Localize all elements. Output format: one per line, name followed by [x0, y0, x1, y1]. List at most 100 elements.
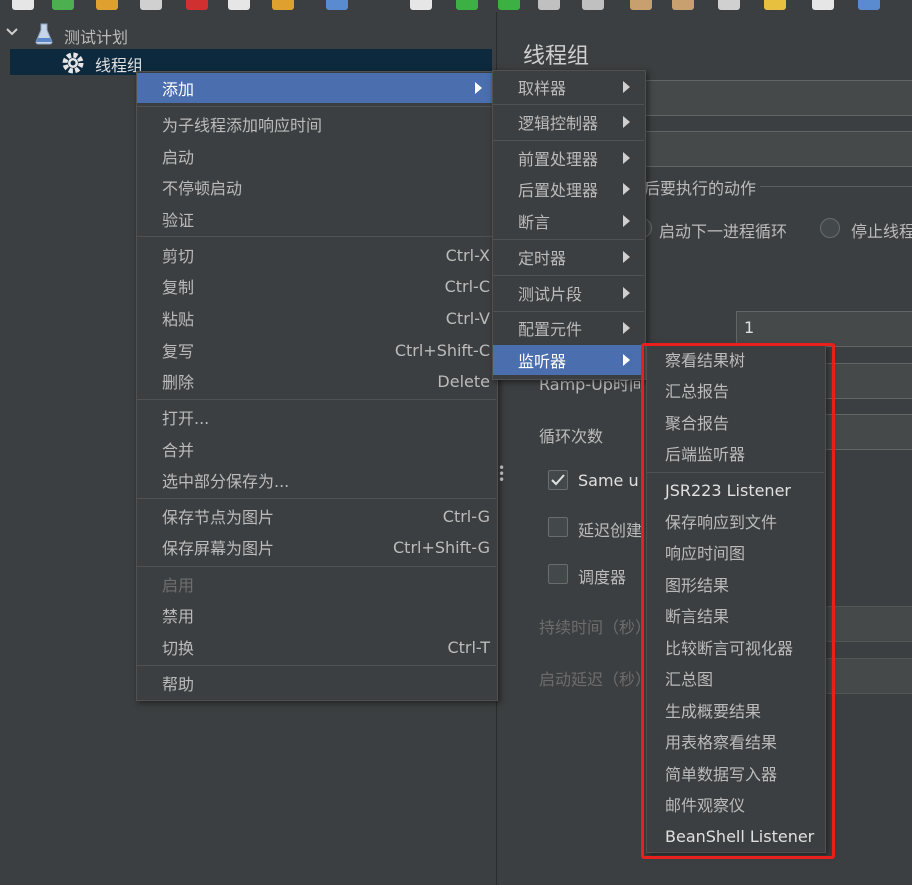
paste-icon[interactable]: [272, 0, 294, 10]
menu-item-label: 不停顿启动: [162, 179, 243, 198]
menu-item-label: 复写: [162, 342, 195, 361]
delay-create-label: 延迟创建: [578, 521, 643, 540]
menu-item-label: 粘贴: [162, 310, 195, 329]
menu-item-save-screen-image[interactable]: 保存屏幕为图片 Ctrl+Shift-G: [137, 532, 496, 562]
templates-icon[interactable]: [52, 0, 74, 10]
menu-separator: [493, 311, 644, 312]
threads-field[interactable]: [736, 311, 912, 347]
cut-icon[interactable]: [186, 0, 208, 10]
menu-separator: [137, 399, 496, 400]
reset-search-icon[interactable]: [764, 0, 786, 10]
same-user-checkbox[interactable]: [548, 470, 568, 490]
help-icon[interactable]: [858, 0, 880, 10]
scheduler-checkbox[interactable]: [548, 564, 568, 584]
menu-item-enable: 启用: [137, 569, 496, 599]
duration-label: 持续时间（秒）: [539, 618, 652, 637]
toolbar: [0, 0, 912, 12]
menu-item-add[interactable]: 添加: [137, 73, 496, 103]
submenu-arrow-icon: [623, 287, 630, 299]
save-icon[interactable]: [140, 0, 162, 10]
submenu-arrow-icon: [623, 322, 630, 334]
menu-item-label: 保存屏幕为图片: [162, 539, 275, 558]
menu-item-shortcut: Ctrl+Shift-G: [393, 537, 490, 557]
menu-separator: [493, 239, 644, 240]
menu-item-validate[interactable]: 验证: [137, 204, 496, 234]
menu-item-label: 逻辑控制器: [518, 114, 599, 133]
menu-item-save-selection-as[interactable]: 选中部分保存为...: [137, 465, 496, 495]
start-icon[interactable]: [456, 0, 478, 10]
menu-item-merge[interactable]: 合并: [137, 434, 496, 464]
menu-item-label: 帮助: [162, 675, 195, 694]
menu-item-label: 为子线程添加响应时间: [162, 116, 323, 135]
menu-separator: [137, 106, 496, 107]
new-icon[interactable]: [12, 0, 34, 10]
toggle-icon[interactable]: [410, 0, 432, 10]
menu-item-shortcut: Delete: [437, 371, 490, 391]
submenu-item-test-fragment[interactable]: 测试片段: [493, 278, 644, 308]
menu-item-start[interactable]: 启动: [137, 141, 496, 171]
delay-create-checkbox[interactable]: [548, 517, 568, 537]
copy-icon[interactable]: [228, 0, 250, 10]
threads-value: 1: [744, 318, 755, 337]
submenu-item-sampler[interactable]: 取样器: [493, 72, 644, 102]
function-helper-icon[interactable]: [812, 0, 834, 10]
menu-item-paste[interactable]: 粘贴 Ctrl-V: [137, 303, 496, 333]
menu-item-label: 取样器: [518, 79, 567, 98]
submenu-item-config-element[interactable]: 配置元件: [493, 313, 644, 343]
menu-separator: [137, 566, 496, 567]
clear-icon[interactable]: [630, 0, 652, 10]
menu-item-label: 复制: [162, 278, 195, 297]
stop-icon[interactable]: [538, 0, 560, 10]
shutdown-icon[interactable]: [582, 0, 604, 10]
menu-item-disable[interactable]: 禁用: [137, 600, 496, 630]
menu-item-copy[interactable]: 复制 Ctrl-C: [137, 271, 496, 301]
scheduler-label: 调度器: [578, 568, 627, 587]
menu-item-label: 打开...: [162, 409, 210, 428]
loop-count-label: 循环次数: [539, 427, 604, 446]
open-icon[interactable]: [96, 0, 118, 10]
menu-item-cut[interactable]: 剪切 Ctrl-X: [137, 240, 496, 270]
submenu-item-assertion[interactable]: 断言: [493, 206, 644, 236]
menu-item-open[interactable]: 打开...: [137, 402, 496, 432]
radio-stop-thread-label: 停止线程: [851, 222, 912, 241]
submenu-arrow-icon: [623, 152, 630, 164]
menu-item-save-node-image[interactable]: 保存节点为图片 Ctrl-G: [137, 501, 496, 531]
menu-item-label: 禁用: [162, 607, 195, 626]
search-icon[interactable]: [718, 0, 740, 10]
submenu-item-preprocessor[interactable]: 前置处理器: [493, 143, 644, 173]
start-no-pause-icon[interactable]: [498, 0, 520, 10]
submenu-item-listener[interactable]: 监听器: [493, 345, 644, 375]
menu-separator: [137, 665, 496, 666]
menu-item-toggle[interactable]: 切换 Ctrl-T: [137, 632, 496, 662]
menu-item-label: 合并: [162, 441, 195, 460]
menu-item-label: 定时器: [518, 249, 567, 268]
splitter-grip-icon[interactable]: • • •: [498, 462, 505, 486]
menu-separator: [493, 104, 644, 105]
menu-item-label: 保存节点为图片: [162, 508, 275, 527]
menu-separator: [493, 140, 644, 141]
radio-stop-thread[interactable]: [820, 218, 840, 238]
menu-item-start-no-pause[interactable]: 不停顿启动: [137, 172, 496, 202]
menu-item-label: 添加: [162, 80, 195, 99]
tree-item-label: 测试计划: [64, 28, 129, 47]
submenu-arrow-icon: [623, 354, 630, 366]
menu-item-delete[interactable]: 删除 Delete: [137, 366, 496, 396]
tree-item-test-plan[interactable]: 测试计划: [0, 22, 496, 48]
highlight-annotation-box: [641, 343, 835, 859]
menu-item-add-response-time[interactable]: 为子线程添加响应时间: [137, 109, 496, 139]
submenu-item-timer[interactable]: 定时器: [493, 242, 644, 272]
menu-item-label: 启用: [162, 576, 195, 595]
menu-item-duplicate[interactable]: 复写 Ctrl+Shift-C: [137, 335, 496, 365]
menu-separator: [137, 236, 496, 237]
menu-item-help[interactable]: 帮助: [137, 668, 496, 698]
clear-all-icon[interactable]: [672, 0, 694, 10]
expand-icon[interactable]: [326, 0, 348, 10]
menu-item-shortcut: Ctrl+Shift-C: [394, 340, 490, 360]
menu-item-label: 剪切: [162, 247, 195, 266]
submenu-item-logic-controller[interactable]: 逻辑控制器: [493, 107, 644, 137]
menu-item-shortcut: Ctrl-T: [447, 637, 490, 657]
chevron-down-icon[interactable]: [4, 24, 20, 44]
submenu-item-postprocessor[interactable]: 后置处理器: [493, 174, 644, 204]
menu-separator: [493, 275, 644, 276]
menu-item-label: 后置处理器: [518, 181, 599, 200]
